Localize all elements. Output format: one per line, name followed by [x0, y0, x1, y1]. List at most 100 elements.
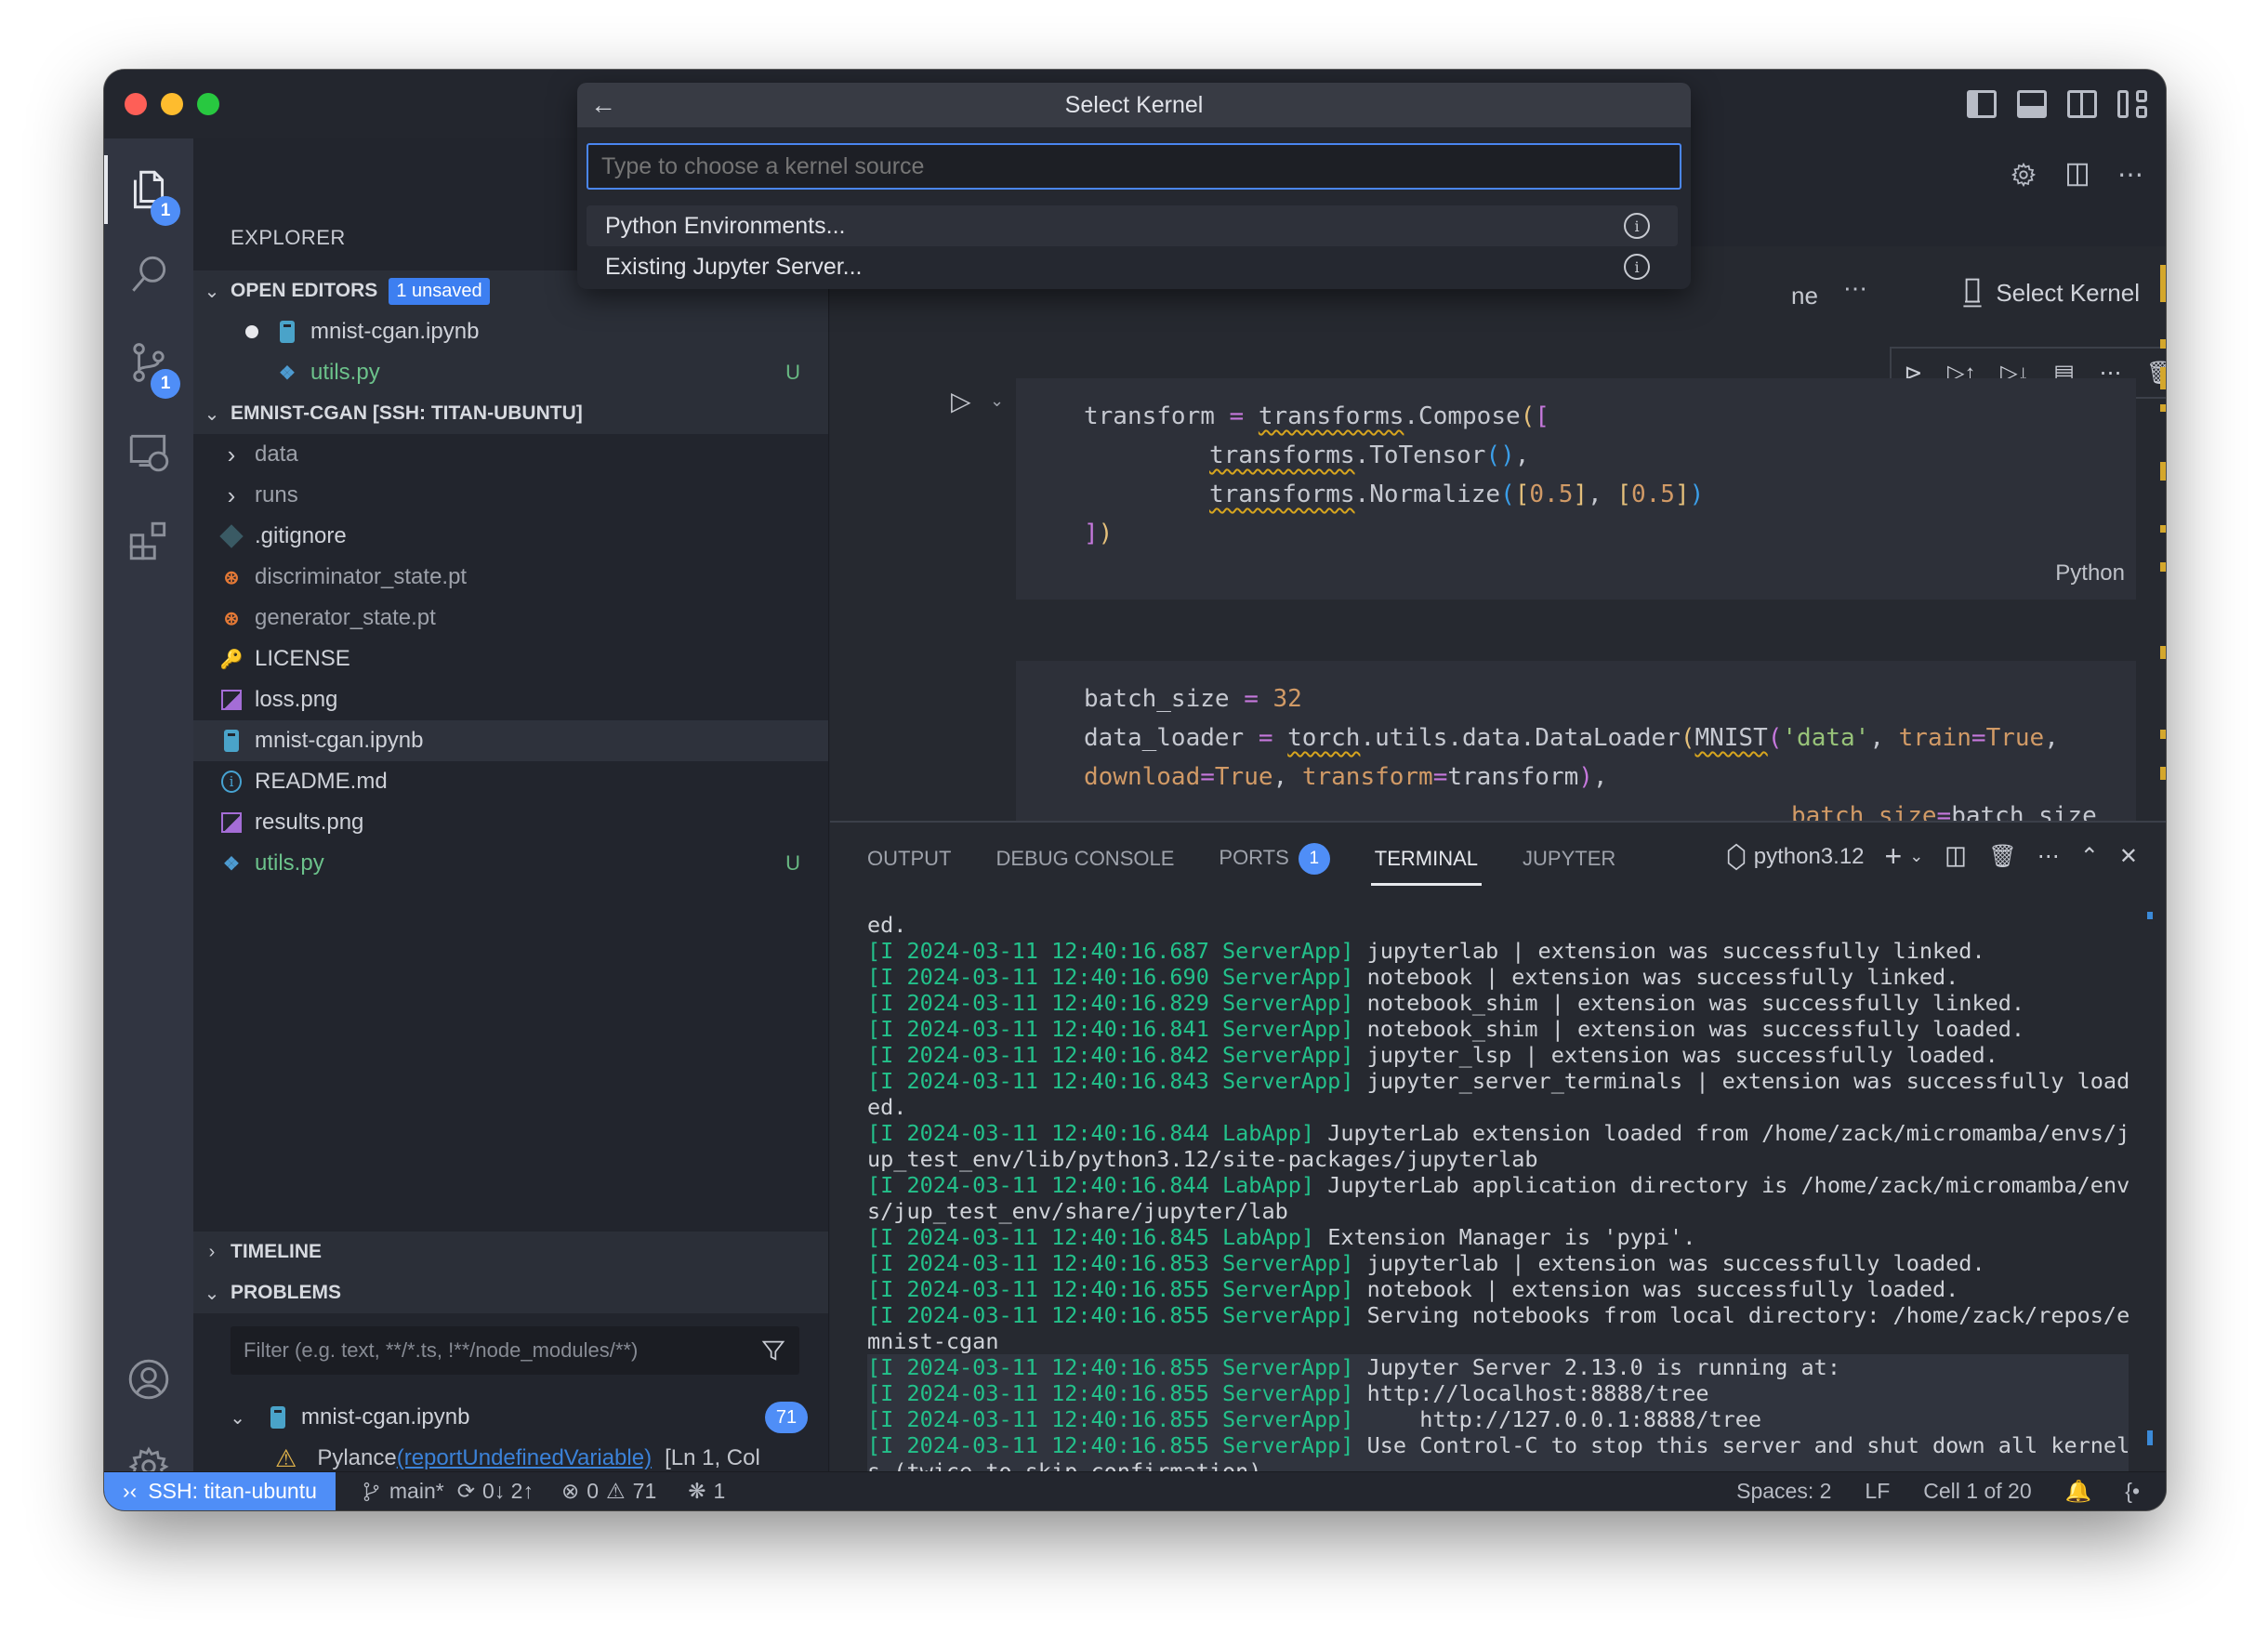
close-window-button[interactable] — [125, 93, 147, 115]
file-item[interactable]: ❖ utils.py U — [193, 843, 828, 884]
terminal-dropdown-chevron-icon[interactable]: ⌄ — [1909, 847, 1923, 866]
info-icon[interactable]: i — [1624, 213, 1650, 239]
activity-remote-explorer[interactable] — [104, 410, 193, 494]
chevron-down-icon: ⌄ — [204, 403, 220, 425]
notebook-toolbar-more-icon[interactable]: ⋯ — [1843, 274, 1867, 303]
close-panel-icon[interactable]: ✕ — [2119, 843, 2138, 870]
log-prefix: [I 2024-03-11 12:40:16.855 ServerApp] — [867, 1406, 1354, 1432]
file-item[interactable]: results.png — [193, 802, 828, 843]
panel-actions: python3.12 + ⌄ 🗑 ⋯ ⌃ ✕ — [1726, 839, 2138, 874]
eol-status[interactable]: LF — [1865, 1479, 1890, 1504]
gear-icon[interactable] — [2010, 161, 2037, 189]
code-cell[interactable]: transform = transforms.Compose([ transfo… — [1016, 378, 2136, 600]
folder-item[interactable]: › runs — [193, 475, 828, 516]
split-editor-icon[interactable] — [2064, 161, 2091, 189]
info-icon[interactable]: i — [1624, 254, 1650, 280]
code-cell[interactable]: batch_size = 32 data_loader = torch.util… — [1016, 661, 2136, 830]
log-message: jupyter_lsp | extension was successfully… — [1353, 1042, 1998, 1068]
python-icon: ❖ — [223, 853, 240, 875]
unsaved-dot-icon[interactable] — [245, 325, 258, 338]
problems-header[interactable]: ⌄ PROBLEMS — [193, 1272, 828, 1313]
indentation-status[interactable]: Spaces: 2 — [1736, 1479, 1831, 1504]
toggle-panel-icon[interactable] — [2017, 90, 2047, 118]
remote-indicator[interactable]: ›‹ SSH: titan-ubuntu — [104, 1471, 336, 1510]
extensions-icon — [129, 521, 166, 560]
filter-icon[interactable] — [760, 1337, 786, 1364]
file-item[interactable]: loss.png — [193, 679, 828, 720]
kill-terminal-icon[interactable]: 🗑 — [1988, 843, 2016, 870]
quickpick-item-existing-jupyter-server[interactable]: Existing Jupyter Server... i — [587, 246, 1678, 287]
maximize-window-button[interactable] — [197, 93, 219, 115]
bottom-panel: OUTPUT DEBUG CONSOLE PORTS 1 TERMINAL JUP… — [830, 821, 2166, 1510]
notebook-toolbar-partial-label[interactable]: ne — [1791, 282, 1818, 310]
terminal-output[interactable]: ed. [I 2024-03-11 12:40:16.687 ServerApp]… — [867, 912, 2130, 1510]
pytorch-file-icon: ⊛ — [223, 567, 240, 588]
select-kernel-label: Select Kernel — [1996, 278, 2140, 307]
open-editor-item[interactable]: ❖ utils.py U — [193, 352, 828, 393]
more-actions-icon[interactable]: ⋯ — [2117, 159, 2143, 190]
tab-terminal[interactable]: TERMINAL — [1370, 847, 1483, 886]
panel-more-icon[interactable]: ⋯ — [2037, 843, 2060, 870]
split-terminal-icon[interactable] — [1944, 844, 1968, 870]
file-item[interactable]: ⊛ discriminator_state.pt — [193, 557, 828, 598]
toggle-secondary-sidebar-icon[interactable] — [2067, 90, 2097, 118]
open-editor-item[interactable]: mnist-cgan.ipynb — [193, 311, 828, 352]
kernel-source-input[interactable] — [587, 143, 1681, 190]
feedback-icon[interactable]: {• — [2125, 1479, 2140, 1504]
folder-item[interactable]: › data — [193, 434, 828, 475]
file-item[interactable]: ⊛ generator_state.pt — [193, 598, 828, 639]
ports-count: 1 — [713, 1479, 726, 1503]
file-item[interactable]: .gitignore — [193, 516, 828, 557]
problems-file-row[interactable]: ⌄ mnist-cgan.ipynb 71 — [193, 1397, 828, 1438]
log-message: ed. — [867, 912, 907, 938]
activity-explorer[interactable]: 1 — [104, 148, 193, 231]
notifications-bell-icon[interactable]: 🔔 — [2065, 1479, 2092, 1504]
problems-status[interactable]: ⊗ 0 ⚠ 71 — [561, 1479, 656, 1504]
cell-language-label[interactable]: Python — [2055, 560, 2125, 586]
git-sync[interactable]: ⟳ 0↓ 2↑ — [457, 1479, 534, 1504]
activity-extensions[interactable] — [104, 499, 193, 583]
problem-rule-link[interactable]: (reportUndefinedVariable) — [397, 1445, 652, 1471]
chevron-right-icon: › — [227, 481, 236, 509]
log-message: http://localhost:8888/tree — [1353, 1380, 1709, 1406]
activity-accounts[interactable] — [104, 1337, 193, 1421]
file-item[interactable]: mnist-cgan.ipynb — [193, 720, 828, 761]
file-item[interactable]: i README.md — [193, 761, 828, 802]
activity-search[interactable] — [104, 231, 193, 315]
tab-output[interactable]: OUTPUT — [867, 847, 951, 880]
timeline-header[interactable]: › TIMELINE — [193, 1232, 828, 1272]
tab-jupyter[interactable]: JUPYTER — [1523, 847, 1615, 880]
forwarded-ports[interactable]: ❋ 1 — [688, 1479, 725, 1504]
account-icon — [128, 1359, 169, 1400]
back-arrow-icon[interactable]: ← — [590, 90, 616, 120]
new-terminal-icon[interactable]: + — [1885, 839, 1903, 874]
run-cell-button[interactable]: ▷ — [951, 386, 971, 416]
cell-position-status[interactable]: Cell 1 of 20 — [1923, 1479, 2031, 1504]
quickpick-item-python-environments[interactable]: Python Environments... i — [587, 205, 1678, 246]
terminal-line: [I 2024-03-11 12:40:16.853 ServerApp] ju… — [867, 1250, 2129, 1276]
tab-ports[interactable]: PORTS 1 — [1219, 843, 1330, 884]
minimize-window-button[interactable] — [161, 93, 183, 115]
problems-file-name: mnist-cgan.ipynb — [301, 1404, 470, 1430]
tab-debug-console[interactable]: DEBUG CONSOLE — [996, 847, 1174, 880]
terminal-selector[interactable]: python3.12 — [1726, 843, 1865, 871]
terminal-line: [I 2024-03-11 12:40:16.690 ServerApp] no… — [867, 964, 2129, 990]
terminal-shell-icon — [1727, 843, 1745, 870]
maximize-panel-icon[interactable]: ⌃ — [2080, 843, 2099, 870]
customize-layout-icon[interactable] — [2117, 90, 2147, 118]
select-kernel-button[interactable]: Select Kernel — [1960, 278, 2140, 308]
log-message: Jupyter Server 2.13.0 is running at: — [1353, 1354, 1840, 1380]
git-status-untracked: U — [785, 851, 800, 875]
toggle-primary-sidebar-icon[interactable] — [1967, 90, 1997, 118]
chevron-down-icon: ⌄ — [204, 1283, 220, 1304]
git-branch[interactable]: main* — [362, 1479, 444, 1504]
overview-ruler[interactable] — [2160, 246, 2166, 821]
chevron-right-icon: › — [227, 440, 236, 468]
run-options-chevron-icon[interactable]: ⌄ — [990, 391, 1004, 411]
file-item[interactable]: 🔑 LICENSE — [193, 639, 828, 679]
activity-source-control[interactable]: 1 — [104, 321, 193, 404]
explorer-badge: 1 — [151, 196, 180, 226]
workspace-header[interactable]: ⌄ EMNIST-CGAN [SSH: TITAN-UBUNTU] — [193, 393, 828, 434]
kernel-server-icon — [1963, 278, 1982, 308]
problems-filter-input[interactable]: Filter (e.g. text, **/*.ts, !**/node_mod… — [231, 1326, 799, 1375]
